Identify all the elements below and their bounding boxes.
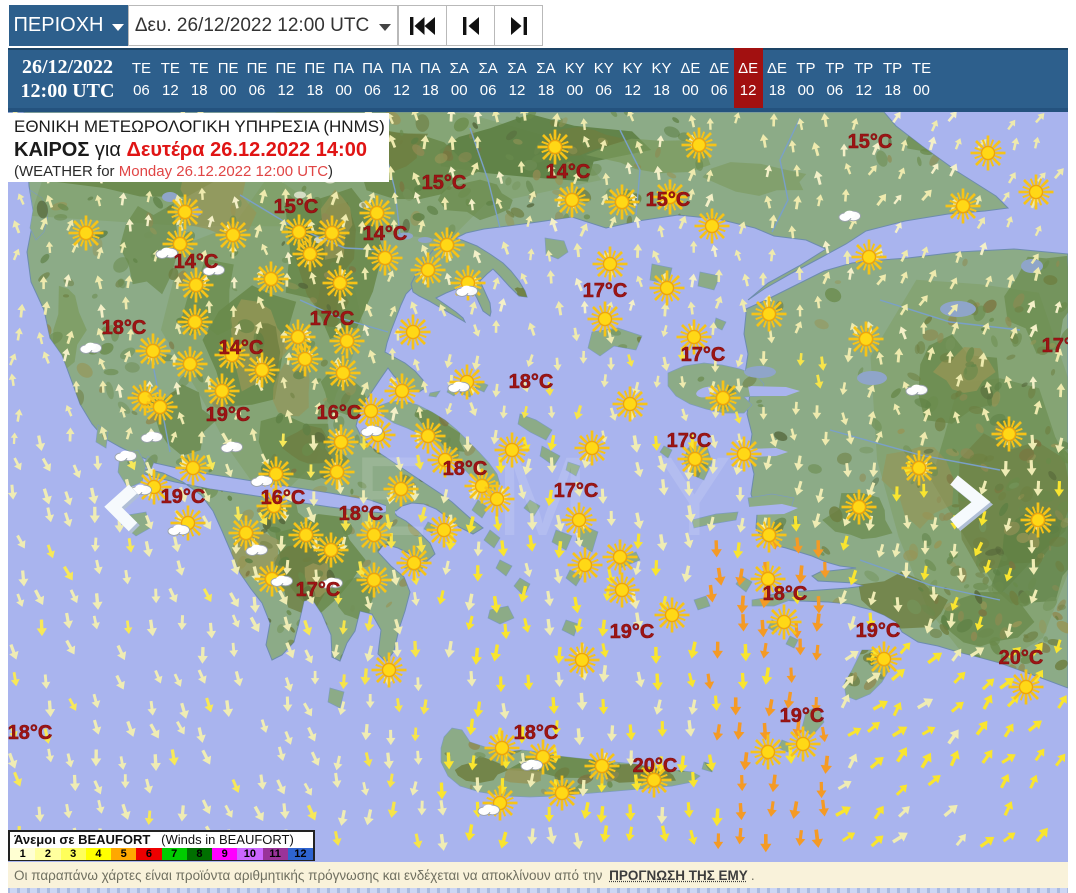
- svg-text:19°C: 19°C: [856, 620, 901, 642]
- svg-text:16°C: 16°C: [261, 487, 306, 509]
- svg-text:17°C: 17°C: [681, 344, 726, 366]
- svg-text:19°C: 19°C: [610, 621, 655, 643]
- svg-text:18°C: 18°C: [514, 722, 559, 744]
- svg-text:18°C: 18°C: [443, 458, 488, 480]
- svg-text:17°C: 17°C: [296, 579, 341, 601]
- svg-text:15°C: 15°C: [422, 172, 467, 194]
- svg-text:17°C: 17°C: [310, 308, 355, 330]
- svg-text:15°C: 15°C: [848, 131, 893, 153]
- svg-text:17°C: 17°C: [667, 430, 712, 452]
- svg-text:17°C: 17°C: [554, 480, 599, 502]
- svg-text:20°C: 20°C: [633, 755, 678, 777]
- svg-text:19°C: 19°C: [206, 404, 251, 426]
- svg-text:15°C: 15°C: [646, 189, 691, 211]
- svg-text:14°C: 14°C: [174, 251, 219, 273]
- svg-text:18°C: 18°C: [339, 503, 384, 525]
- svg-text:15°C: 15°C: [274, 196, 319, 218]
- svg-text:18°C: 18°C: [509, 371, 554, 393]
- svg-text:16°C: 16°C: [317, 402, 362, 424]
- svg-text:18°C: 18°C: [8, 722, 52, 744]
- svg-text:18°C: 18°C: [102, 317, 147, 339]
- svg-text:19°C: 19°C: [780, 705, 825, 727]
- svg-text:14°C: 14°C: [219, 337, 264, 359]
- svg-text:14°C: 14°C: [546, 161, 591, 183]
- svg-text:17°C: 17°C: [583, 280, 628, 302]
- svg-text:18°C: 18°C: [763, 583, 808, 605]
- svg-text:17°C: 17°C: [1042, 335, 1068, 357]
- svg-text:14°C: 14°C: [363, 223, 408, 245]
- svg-text:19°C: 19°C: [161, 486, 206, 508]
- svg-text:20°C: 20°C: [999, 647, 1044, 669]
